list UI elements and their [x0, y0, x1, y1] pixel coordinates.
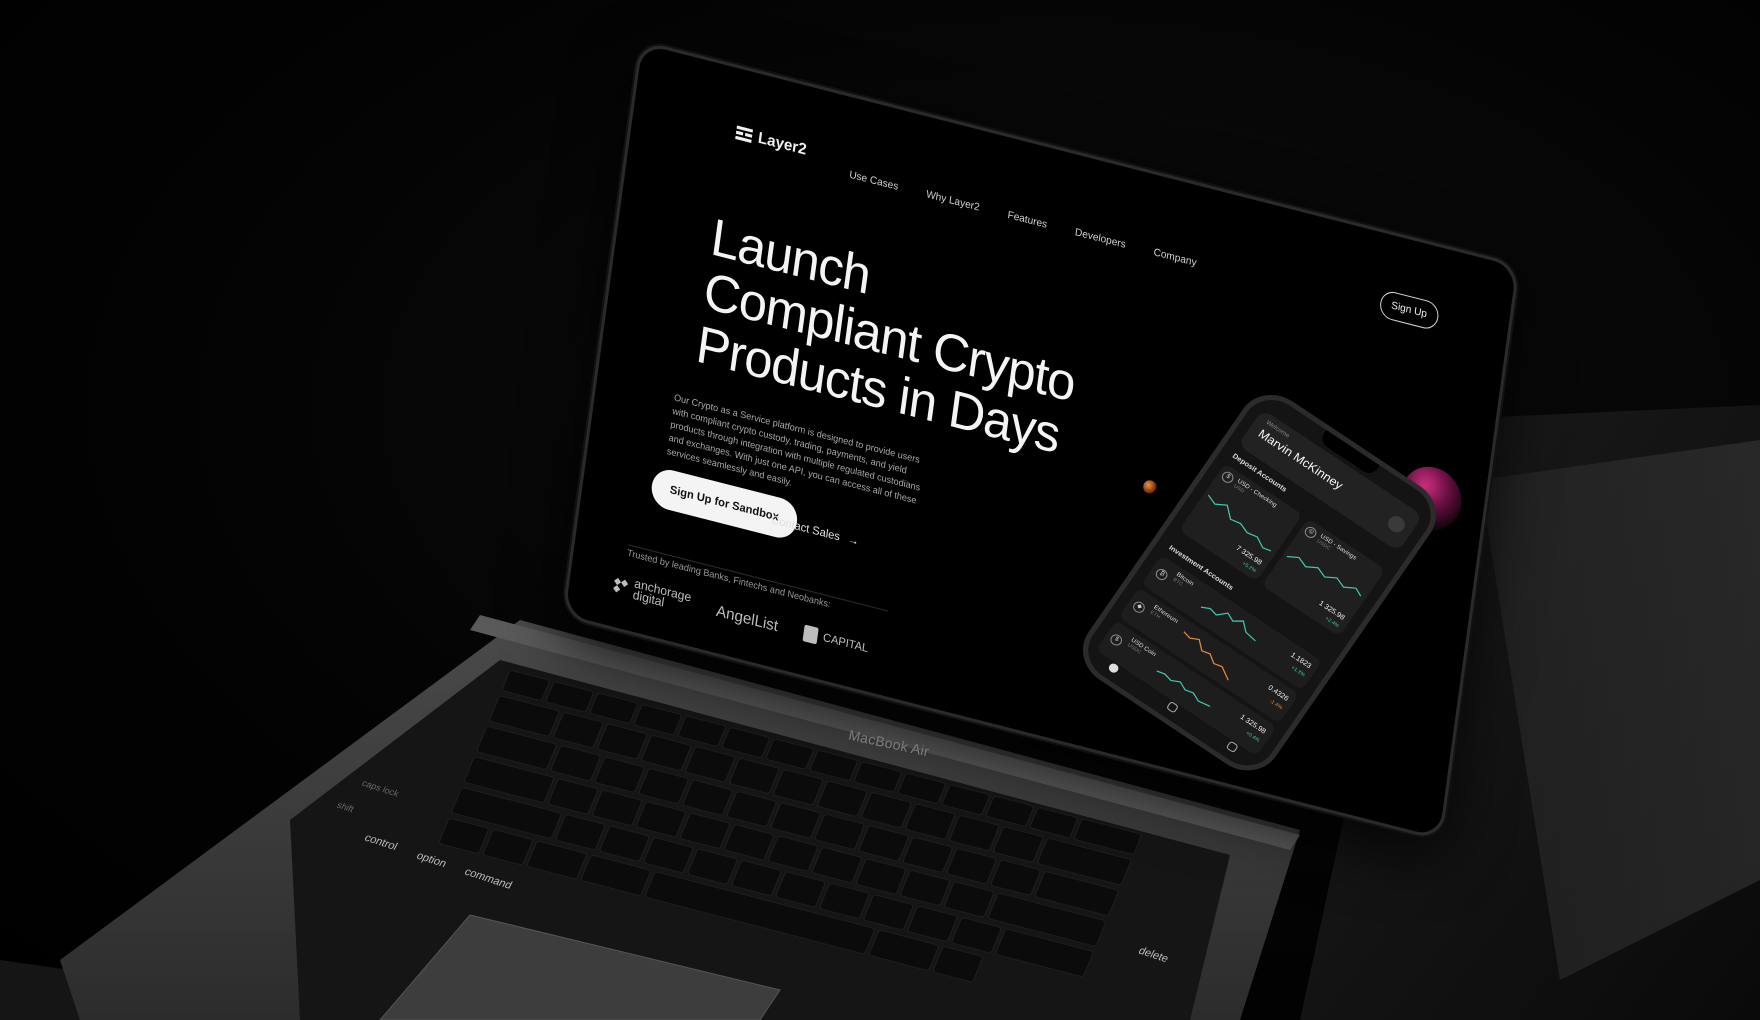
nav-use-cases[interactable]: Use Cases	[849, 169, 899, 193]
ethereum-icon: ◆	[1130, 599, 1147, 615]
nav-developers[interactable]: Developers	[1074, 227, 1126, 251]
nav-features[interactable]: Features	[1007, 210, 1048, 231]
capital-name: CAPITAL	[822, 631, 869, 656]
dollar-icon: $	[1219, 469, 1236, 486]
angellist-logo: AngelList	[715, 601, 780, 635]
wallet-tab-icon[interactable]	[1166, 700, 1180, 714]
arrow-right-icon: →	[846, 533, 860, 549]
nav-company[interactable]: Company	[1153, 247, 1197, 269]
laptop-lid: Layer2 Use Cases Why Layer2 Features Dev…	[561, 40, 1520, 842]
brand-logo[interactable]: Layer2	[735, 123, 808, 159]
layer2-logo-icon	[735, 124, 754, 144]
nav-why-layer2[interactable]: Why Layer2	[925, 189, 980, 214]
anchorage-icon	[613, 577, 629, 593]
signup-button[interactable]: Sign Up	[1378, 288, 1440, 332]
chart-tab-icon[interactable]	[1226, 740, 1240, 753]
decorative-orb-small	[1142, 478, 1159, 497]
main-nav: Use Cases Why Layer2 Features Developers…	[849, 169, 1198, 269]
contact-sales-label: Contact Sales	[770, 513, 841, 544]
bitcoin-icon: ₿	[1153, 566, 1170, 583]
brand-name: Layer2	[756, 129, 808, 159]
photo-scene: MacBook Air control option command delet…	[0, 0, 1760, 1020]
anchorage-digital-logo: anchorage digital	[611, 573, 692, 615]
usdc-icon: ◎	[1302, 524, 1319, 541]
home-tab-icon[interactable]	[1107, 661, 1121, 674]
capital-logo: CAPITAL	[802, 624, 869, 658]
capital-mark-icon	[802, 624, 820, 645]
phone-mockup: Welcome Marvin McKinney Deposit Accounts…	[1069, 381, 1450, 784]
usd-coin-icon: $	[1108, 632, 1125, 648]
